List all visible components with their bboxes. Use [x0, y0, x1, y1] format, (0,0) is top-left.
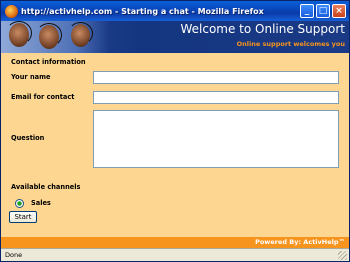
question-label: Question	[11, 134, 45, 142]
powered-by-text[interactable]: Powered By: ActivHelp™	[255, 238, 345, 246]
email-input[interactable]	[93, 91, 339, 104]
chat-form: Contact information Your name Email for …	[1, 53, 349, 237]
email-label: Email for contact	[11, 93, 75, 101]
status-text: Done	[5, 251, 23, 259]
sales-radio[interactable]	[15, 199, 24, 208]
resize-grip[interactable]	[338, 251, 347, 260]
browser-window: http://activhelp.com - Starting a chat -…	[0, 0, 350, 262]
maximize-button[interactable]: □	[316, 4, 330, 18]
channels-title: Available channels	[11, 183, 81, 191]
name-input[interactable]	[93, 71, 339, 84]
name-label: Your name	[11, 73, 51, 81]
title-bar[interactable]: http://activhelp.com - Starting a chat -…	[1, 1, 349, 21]
banner-heading: Welcome to Online Support	[180, 22, 345, 36]
firefox-icon	[5, 4, 18, 18]
support-banner: Welcome to Online Support Online support…	[1, 21, 349, 53]
start-button[interactable]: Start	[9, 211, 37, 223]
banner-subheading: Online support welcomes you	[236, 40, 345, 48]
question-textarea[interactable]	[93, 110, 339, 168]
contact-section-title: Contact information	[11, 58, 86, 66]
window-title: http://activhelp.com - Starting a chat -…	[21, 6, 264, 16]
status-bar: Done	[1, 248, 349, 261]
sales-label: Sales	[31, 199, 51, 207]
minimize-button[interactable]: _	[300, 4, 314, 18]
footer-bar: Powered By: ActivHelp™	[1, 237, 349, 248]
close-button[interactable]: ×	[332, 4, 346, 18]
operators-image	[1, 21, 109, 53]
